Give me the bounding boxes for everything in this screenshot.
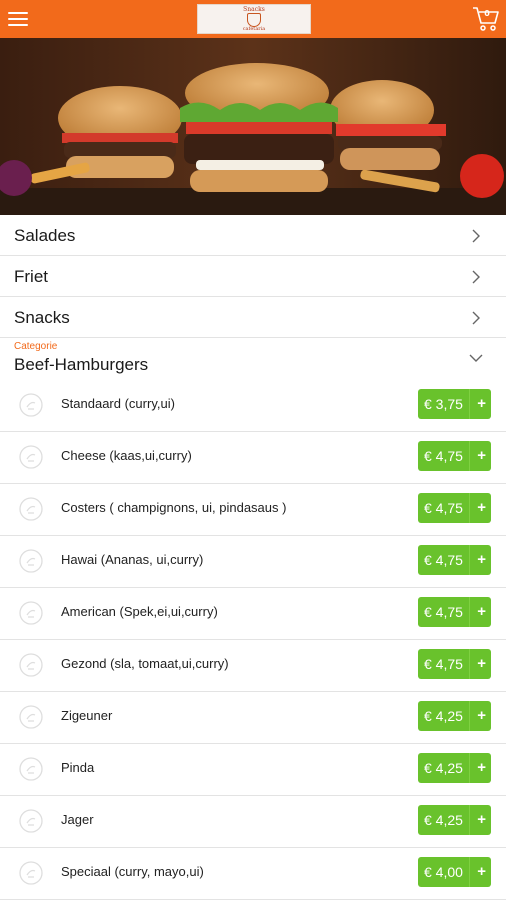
add-to-cart-button[interactable]: € 4,25 + xyxy=(418,805,491,835)
list-item: Zigeuner € 4,25 + xyxy=(0,692,506,744)
product-price: € 4,75 xyxy=(424,604,463,620)
product-name: Cheese (kaas,ui,curry) xyxy=(61,448,192,463)
list-item: Pinda € 4,25 + xyxy=(0,744,506,796)
add-to-cart-button[interactable]: € 4,25 + xyxy=(418,701,491,731)
category-row-snacks[interactable]: Snacks xyxy=(0,297,506,338)
shopping-cart-icon[interactable]: 0 xyxy=(472,5,500,33)
burger-product-icon xyxy=(19,809,43,833)
button-divider xyxy=(469,389,470,419)
button-divider xyxy=(469,649,470,679)
category-label: Friet xyxy=(14,267,48,286)
plus-icon: + xyxy=(477,759,486,776)
product-name: Standaard (curry,ui) xyxy=(61,396,175,411)
button-divider xyxy=(469,493,470,523)
plus-icon: + xyxy=(477,655,486,672)
plus-icon: + xyxy=(477,447,486,464)
product-price: € 4,00 xyxy=(424,864,463,880)
product-price: € 4,75 xyxy=(424,552,463,568)
button-divider xyxy=(469,545,470,575)
plus-icon: + xyxy=(477,499,486,516)
logo-top-text: Snacks xyxy=(243,6,265,13)
plus-icon: + xyxy=(477,863,486,880)
add-to-cart-button[interactable]: € 4,25 + xyxy=(418,753,491,783)
burger-product-icon xyxy=(19,705,43,729)
burger-product-icon xyxy=(19,393,43,417)
product-price: € 4,75 xyxy=(424,448,463,464)
add-to-cart-button[interactable]: € 4,75 + xyxy=(418,649,491,679)
list-item: Standaard (curry,ui) € 3,75 + xyxy=(0,380,506,432)
hamburger-menu-icon[interactable] xyxy=(6,8,32,30)
product-price: € 4,25 xyxy=(424,812,463,828)
product-name: Hawai (Ananas, ui,curry) xyxy=(61,552,204,567)
add-to-cart-button[interactable]: € 4,00 + xyxy=(418,857,491,887)
chevron-right-icon xyxy=(472,229,480,243)
chevron-down-icon xyxy=(469,354,483,362)
add-to-cart-button[interactable]: € 4,75 + xyxy=(418,597,491,627)
list-item: Jager € 4,25 + xyxy=(0,796,506,848)
button-divider xyxy=(469,857,470,887)
list-item: Costers ( champignons, ui, pindasaus ) €… xyxy=(0,484,506,536)
add-to-cart-button[interactable]: € 4,75 + xyxy=(418,493,491,523)
list-item: Gezond (sla, tomaat,ui,curry) € 4,75 + xyxy=(0,640,506,692)
burger-product-icon xyxy=(19,861,43,885)
product-name: Costers ( champignons, ui, pindasaus ) xyxy=(61,500,287,515)
burger-product-icon xyxy=(19,757,43,781)
brand-logo[interactable]: Snacks cafetaria xyxy=(197,4,311,34)
burger-product-icon xyxy=(19,445,43,469)
product-name: Jager xyxy=(61,812,94,827)
plus-icon: + xyxy=(477,551,486,568)
product-price: € 4,75 xyxy=(424,500,463,516)
category-title: Beef-Hamburgers xyxy=(14,355,149,374)
category-row-friet[interactable]: Friet xyxy=(0,256,506,297)
product-price: € 4,25 xyxy=(424,708,463,724)
button-divider xyxy=(469,441,470,471)
product-name: Gezond (sla, tomaat,ui,curry) xyxy=(61,656,229,671)
category-label: Salades xyxy=(14,226,76,245)
logo-shield-icon xyxy=(247,13,261,27)
product-price: € 4,25 xyxy=(424,760,463,776)
cart-count-badge: 0 xyxy=(484,9,490,18)
button-divider xyxy=(469,701,470,731)
logo-bottom-text: cafetaria xyxy=(242,26,266,32)
product-list: Standaard (curry,ui) € 3,75 + Cheese (ka… xyxy=(0,380,506,900)
category-header-beef-hamburgers[interactable]: Categorie Beef-Hamburgers xyxy=(0,338,506,380)
product-name: American (Spek,ei,ui,curry) xyxy=(61,604,218,619)
chevron-right-icon xyxy=(472,270,480,284)
burger-product-icon xyxy=(19,497,43,521)
chevron-right-icon xyxy=(472,311,480,325)
plus-icon: + xyxy=(477,603,486,620)
list-item: American (Spek,ei,ui,curry) € 4,75 + xyxy=(0,588,506,640)
list-item: Hawai (Ananas, ui,curry) € 4,75 + xyxy=(0,536,506,588)
product-name: Pinda xyxy=(61,760,95,775)
product-name: Speciaal (curry, mayo,ui) xyxy=(61,864,204,879)
hero-burger-image xyxy=(0,38,506,215)
add-to-cart-button[interactable]: € 4,75 + xyxy=(418,545,491,575)
list-item: Speciaal (curry, mayo,ui) € 4,00 + xyxy=(0,848,506,900)
list-item: Cheese (kaas,ui,curry) € 4,75 + xyxy=(0,432,506,484)
category-label: Snacks xyxy=(14,308,70,327)
plus-icon: + xyxy=(477,395,486,412)
product-price: € 4,75 xyxy=(424,656,463,672)
product-price: € 3,75 xyxy=(424,396,463,412)
add-to-cart-button[interactable]: € 3,75 + xyxy=(418,389,491,419)
button-divider xyxy=(469,753,470,783)
burger-product-icon xyxy=(19,653,43,677)
category-row-salades[interactable]: Salades xyxy=(0,215,506,256)
burger-product-icon xyxy=(19,549,43,573)
add-to-cart-button[interactable]: € 4,75 + xyxy=(418,441,491,471)
burger-product-icon xyxy=(19,601,43,625)
category-caption: Categorie xyxy=(14,341,58,352)
button-divider xyxy=(469,597,470,627)
plus-icon: + xyxy=(477,811,486,828)
button-divider xyxy=(469,805,470,835)
plus-icon: + xyxy=(477,707,486,724)
product-name: Zigeuner xyxy=(61,708,113,723)
top-bar: Snacks cafetaria 0 xyxy=(0,0,506,38)
